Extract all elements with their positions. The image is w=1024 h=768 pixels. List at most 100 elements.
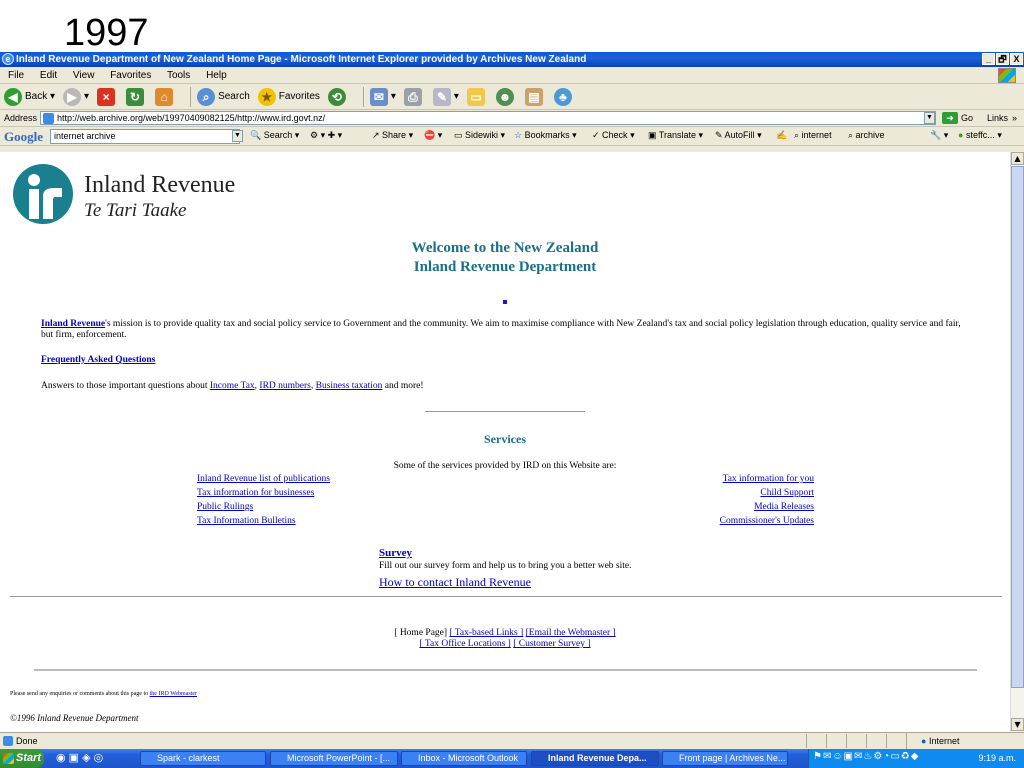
- minimize-button[interactable]: _: [982, 53, 995, 65]
- star-icon: ★: [257, 87, 276, 106]
- google-toolbar: Google internet archive ▼ 🔍 Search ▾ ⚙ ▾…: [0, 127, 1024, 146]
- maximize-button[interactable]: 🗗: [996, 53, 1009, 65]
- menu-edit[interactable]: Edit: [40, 70, 57, 81]
- ird-logo-icon: [13, 164, 73, 224]
- scroll-up-arrow-icon[interactable]: ▲: [1011, 152, 1024, 165]
- footer-tax-links[interactable]: [ Tax-based Links ]: [449, 628, 523, 638]
- gear-icon[interactable]: ⚙ ▾ ✚ ▾: [310, 130, 342, 141]
- windows-flag-icon: [3, 753, 14, 764]
- menu-tools[interactable]: Tools: [167, 70, 190, 81]
- task-inland-revenue[interactable]: Inland Revenue Depa...: [531, 751, 659, 766]
- logo-subtitle: Te Tari Taake: [84, 200, 187, 221]
- income-tax-link[interactable]: Income Tax: [210, 381, 255, 391]
- tray-icons[interactable]: ⚑✉☺▣✉♨⚙◔▭♻◆: [813, 751, 919, 762]
- print-button[interactable]: ⎙: [403, 87, 425, 106]
- service-link-media-releases[interactable]: Media Releases: [754, 502, 814, 512]
- home-icon: ⌂: [155, 87, 174, 106]
- wrench-icon[interactable]: 🔧 ▾: [930, 130, 948, 141]
- mail-icon: ✉: [369, 87, 388, 106]
- messenger-button[interactable]: ☻: [495, 87, 517, 106]
- task-spark[interactable]: Spark - clarkest: [140, 751, 266, 766]
- autofill-button[interactable]: ✎ AutoFill ▾: [715, 130, 762, 141]
- status-bar: Done ● Internet: [0, 732, 1024, 749]
- print-icon: ⎙: [403, 87, 422, 106]
- bullet-icon: [503, 300, 507, 304]
- survey-link[interactable]: Survey: [379, 547, 412, 559]
- faq-link[interactable]: Frequently Asked Questions: [41, 355, 155, 365]
- service-link-public-rulings[interactable]: Public Rulings: [197, 502, 253, 512]
- home-button[interactable]: ⌂: [155, 87, 176, 106]
- footer-tax-office-locations[interactable]: [ Tax Office Locations ]: [420, 639, 511, 649]
- start-button[interactable]: Start: [0, 749, 44, 768]
- google-search-input[interactable]: internet archive: [50, 129, 240, 144]
- research-icon: ▤: [524, 87, 543, 106]
- footer-email-webmaster[interactable]: [Email the Webmaster ]: [526, 628, 616, 638]
- google-logo: Google: [4, 129, 43, 144]
- task-outlook[interactable]: Inbox - Microsoft Outlook: [401, 751, 527, 766]
- refresh-button[interactable]: ↻: [126, 87, 147, 106]
- scrollbar-thumb[interactable]: [1011, 166, 1024, 688]
- footer-customer-survey[interactable]: [ Customer Survey ]: [513, 639, 590, 649]
- close-button[interactable]: X: [1010, 53, 1023, 65]
- quick-launch-icons[interactable]: ◉ ▣ ◈ ◎: [56, 751, 103, 764]
- logo-title: Inland Revenue: [84, 172, 236, 198]
- service-link-bulletins[interactable]: Tax Information Bulletins: [197, 516, 296, 526]
- search-term-archive[interactable]: ⌕ archive: [848, 130, 885, 141]
- service-link-tax-for-you[interactable]: Tax information for you: [723, 474, 814, 484]
- research-button[interactable]: ▤: [524, 87, 546, 106]
- buddy-button[interactable]: ♣: [553, 87, 575, 106]
- page-content: Inland Revenue Te Tari Taake Welcome to …: [0, 152, 1010, 732]
- folder-button[interactable]: ▭: [466, 87, 488, 106]
- address-input[interactable]: http://web.archive.org/web/1997040908212…: [40, 111, 936, 125]
- business-taxation-link[interactable]: Business taxation: [316, 381, 383, 391]
- service-link-child-support[interactable]: Child Support: [760, 488, 814, 498]
- go-button[interactable]: Go: [961, 113, 973, 123]
- menu-help[interactable]: Help: [206, 70, 227, 81]
- window-titlebar[interactable]: e Inland Revenue Department of New Zeala…: [0, 52, 1024, 67]
- account-button[interactable]: ● steffc... ▾: [958, 130, 1002, 141]
- share-button[interactable]: ↗ Share ▾: [372, 130, 413, 141]
- vertical-scrollbar[interactable]: ▲ ▼: [1010, 152, 1024, 732]
- history-button[interactable]: ⟲: [327, 87, 349, 106]
- menu-favorites[interactable]: Favorites: [110, 70, 151, 81]
- edit-button[interactable]: ✎ ▾: [432, 87, 459, 106]
- chevron-right-icon[interactable]: »: [1012, 113, 1017, 123]
- favorites-button[interactable]: ★ Favorites: [257, 87, 320, 106]
- task-powerpoint[interactable]: Microsoft PowerPoint - [...: [270, 751, 398, 766]
- task-archives-nz[interactable]: Front page | Archives Ne...: [662, 751, 788, 766]
- address-dropdown-arrow[interactable]: ▼: [924, 112, 935, 124]
- globe-icon: ●: [921, 736, 927, 746]
- service-link-publications[interactable]: Inland Revenue list of publications: [197, 474, 330, 484]
- contact-link[interactable]: How to contact Inland Revenue: [379, 575, 531, 590]
- webmaster-link[interactable]: the IRD Webmaster: [150, 691, 197, 697]
- back-button[interactable]: ◀ Back ▾: [4, 87, 55, 106]
- menu-view[interactable]: View: [73, 70, 95, 81]
- forward-button[interactable]: ▶ ▾: [63, 87, 89, 106]
- toolbar-separator: [190, 86, 192, 107]
- status-cell: [866, 734, 882, 748]
- google-search-button[interactable]: 🔍 Search ▾: [250, 130, 299, 141]
- scroll-down-arrow-icon[interactable]: ▼: [1011, 718, 1024, 731]
- search-term-internet[interactable]: ⌕ internet: [794, 130, 832, 141]
- sidewiki-button[interactable]: ▭ Sidewiki ▾: [454, 130, 505, 141]
- service-link-businesses[interactable]: Tax information for businesses: [197, 488, 314, 498]
- mail-button[interactable]: ✉ ▾: [369, 87, 396, 106]
- edit-icon: ✎: [432, 87, 451, 106]
- menu-file[interactable]: File: [8, 70, 24, 81]
- stop-button[interactable]: ×: [97, 87, 118, 106]
- divider: [425, 411, 585, 412]
- translate-button[interactable]: ▣ Translate ▾: [648, 130, 703, 141]
- security-zone: ● Internet: [906, 733, 1024, 749]
- go-arrow-icon[interactable]: ➔: [942, 112, 958, 124]
- bookmarks-button[interactable]: ☆ Bookmarks ▾: [514, 130, 577, 141]
- mission-link[interactable]: Inland Revenue: [41, 319, 105, 329]
- ie-icon: e: [2, 53, 14, 65]
- search-button[interactable]: ⌕ Search: [197, 87, 250, 106]
- links-button[interactable]: Links: [987, 113, 1008, 123]
- block-popups-button[interactable]: ⛔ ▾: [424, 130, 442, 141]
- google-search-dropdown[interactable]: ▼: [232, 130, 243, 142]
- check-button[interactable]: ✓ Check ▾: [592, 130, 635, 141]
- service-link-commissioners-updates[interactable]: Commissioner's Updates: [720, 516, 814, 526]
- highlight-icon[interactable]: ✍: [776, 130, 787, 141]
- ird-numbers-link[interactable]: IRD numbers: [259, 381, 310, 391]
